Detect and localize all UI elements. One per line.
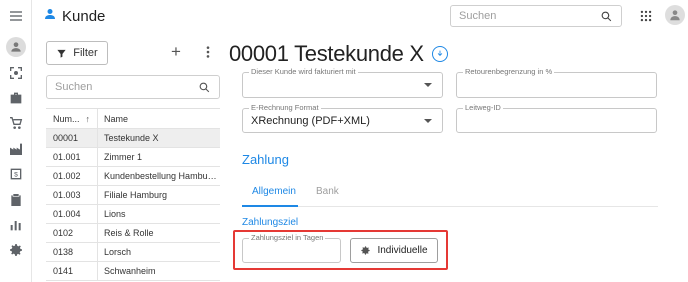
download-icon[interactable] xyxy=(431,46,448,62)
table-row[interactable]: 01.002 Kundenbestellung Hambu… xyxy=(46,167,220,186)
filter-label: Filter xyxy=(73,47,98,59)
row-number: 0102 xyxy=(46,224,98,242)
global-search-placeholder: Suchen xyxy=(459,10,497,22)
highlight-annotation-box xyxy=(233,230,448,270)
search-icon xyxy=(199,82,210,92)
filter-button[interactable]: Filter xyxy=(46,41,108,65)
person-icon xyxy=(670,10,680,21)
table-row[interactable]: 01.004 Lions xyxy=(46,205,220,224)
table-row[interactable]: 0141 Schwanheim xyxy=(46,262,220,281)
leitweg-id-field[interactable]: Leitweg-ID xyxy=(456,103,657,133)
person-icon xyxy=(6,37,26,57)
active-tab-indicator xyxy=(242,205,298,207)
row-name: Zimmer 1 xyxy=(104,152,142,162)
clipboard-icon[interactable] xyxy=(4,189,28,211)
row-number: 01.002 xyxy=(46,167,98,185)
more-options-icon[interactable] xyxy=(202,45,214,61)
menu-icon[interactable] xyxy=(4,5,28,27)
left-nav-rail: $ xyxy=(0,0,32,282)
list-search-placeholder: Suchen xyxy=(55,81,93,93)
cart-icon[interactable] xyxy=(4,112,28,134)
row-name: Schwanheim xyxy=(104,266,156,276)
tab-bank[interactable]: Bank xyxy=(316,186,339,197)
briefcase-icon[interactable] xyxy=(4,87,28,109)
customer-table: Num... ↑ Name 00001 Testekunde X 01.001 … xyxy=(46,108,220,281)
payment-section-title: Zahlung xyxy=(242,152,289,167)
row-number: 00001 xyxy=(46,129,98,147)
return-limit-field[interactable]: Retourenbegrenzung in % xyxy=(456,67,657,98)
person-icon xyxy=(44,7,56,25)
table-row[interactable]: 01.001 Zimmer 1 xyxy=(46,148,220,167)
settings-icon[interactable] xyxy=(4,239,28,261)
chevron-down-icon xyxy=(424,83,432,87)
row-number: 01.001 xyxy=(46,148,98,166)
invoice-icon[interactable]: $ xyxy=(4,163,28,185)
row-name: Reis & Rolle xyxy=(104,228,154,238)
scan-icon[interactable] xyxy=(4,62,28,84)
row-number: 0141 xyxy=(46,262,98,280)
column-header-name[interactable]: Name xyxy=(98,109,220,128)
table-row[interactable]: 00001 Testekunde X xyxy=(46,129,220,148)
row-number: 0138 xyxy=(46,243,98,261)
table-row[interactable]: 0102 Reis & Rolle xyxy=(46,224,220,243)
leitweg-label: Leitweg-ID xyxy=(463,103,503,112)
svg-text:$: $ xyxy=(14,172,18,179)
billing-select[interactable]: Dieser Kunde wird fakturiert mit xyxy=(242,67,443,98)
nav-customer[interactable] xyxy=(4,36,28,58)
customer-title: 00001 Testekunde X xyxy=(229,41,424,66)
factory-icon[interactable] xyxy=(4,138,28,160)
table-header-row: Num... ↑ Name xyxy=(46,109,220,129)
sort-ascending-icon: ↑ xyxy=(85,113,91,124)
row-name: Testekunde X xyxy=(104,133,159,143)
row-name: Kundenbestellung Hambu… xyxy=(104,171,217,181)
filter-icon xyxy=(57,49,66,58)
tab-general[interactable]: Allgemein xyxy=(252,186,296,197)
return-limit-label: Retourenbegrenzung in % xyxy=(463,67,555,76)
chart-icon[interactable] xyxy=(4,214,28,236)
table-row[interactable]: 01.003 Filiale Hamburg xyxy=(46,186,220,205)
apps-grid-icon[interactable] xyxy=(639,9,653,23)
page-title: Kunde xyxy=(62,7,106,25)
tab-divider xyxy=(242,206,658,207)
add-customer-button[interactable]: + xyxy=(168,43,184,60)
row-number: 01.004 xyxy=(46,205,98,223)
search-icon xyxy=(601,11,612,21)
table-row[interactable]: 0138 Lorsch xyxy=(46,243,220,262)
user-avatar[interactable] xyxy=(665,5,685,25)
row-name: Filiale Hamburg xyxy=(104,190,168,200)
payment-term-title: Zahlungsziel xyxy=(242,217,299,228)
detail-header: 00001 Testekunde X xyxy=(229,40,448,68)
einvoice-value: XRechnung (PDF+XML) xyxy=(251,114,370,127)
column-header-number[interactable]: Num... ↑ xyxy=(46,109,98,128)
chevron-down-icon xyxy=(424,118,432,123)
einvoice-format-select[interactable]: E-Rechnung Format XRechnung (PDF+XML) xyxy=(242,103,443,133)
global-search-input[interactable]: Suchen xyxy=(450,5,622,27)
billing-label: Dieser Kunde wird fakturiert mit xyxy=(249,67,358,76)
page-header: Kunde xyxy=(44,6,105,26)
row-name: Lions xyxy=(104,209,126,219)
row-name: Lorsch xyxy=(104,247,132,257)
list-search-input[interactable]: Suchen xyxy=(46,75,220,99)
row-number: 01.003 xyxy=(46,186,98,204)
